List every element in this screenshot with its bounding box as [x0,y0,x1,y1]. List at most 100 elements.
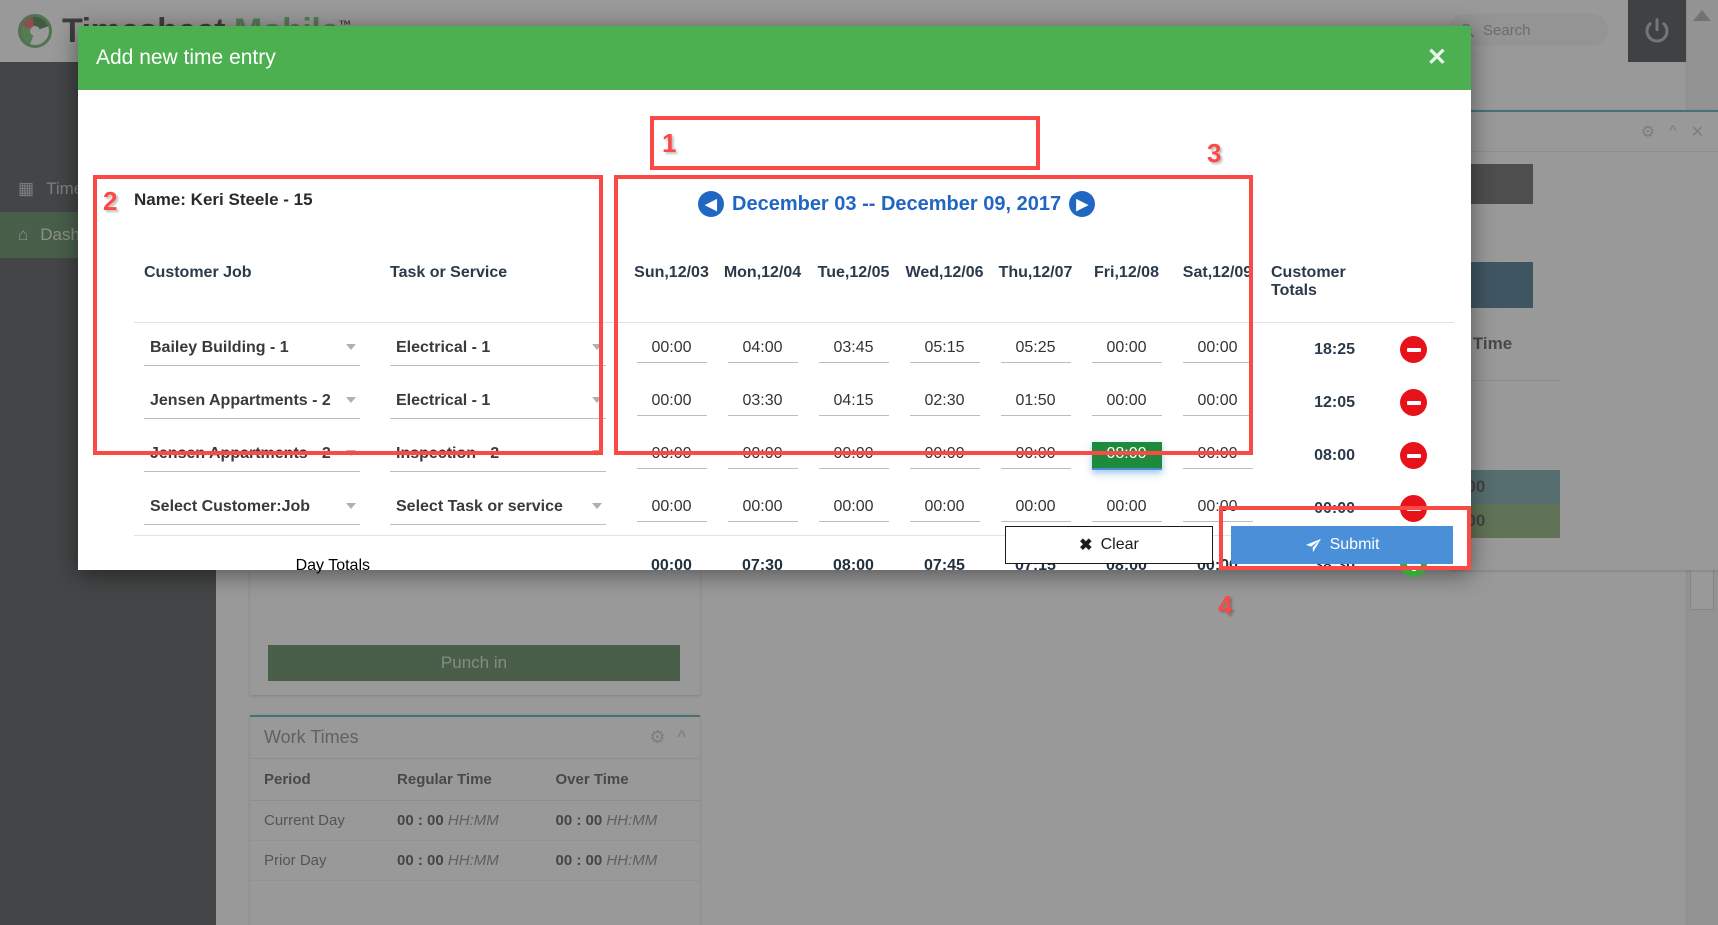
chevron-down-icon [345,397,356,403]
chevron-down-icon [591,503,602,509]
time-input-1-3[interactable] [909,389,980,416]
time-input-3-3[interactable] [909,495,980,522]
customer-job-cell: Jensen Appartments - 2 [134,376,380,429]
arrow-right-circle-icon[interactable]: ▶ [1069,191,1096,217]
task-value: Select Task or service [396,498,563,515]
arrow-left-circle-icon[interactable]: ◀ [698,191,724,217]
modal-body: Name: Keri Steele - 15 ◀ December 03 -- … [78,90,1471,592]
time-input-0-6[interactable] [1182,336,1253,363]
customer-total-2: 08:00 [1314,446,1355,464]
week-range-label[interactable]: December 03 -- December 09, 2017 [732,193,1061,216]
customer-totals-line-2: Totals [1271,282,1317,299]
row-action-cell [1373,376,1454,429]
minus-circle-icon[interactable] [1400,336,1427,363]
customer-total-0: 18:25 [1314,340,1355,358]
close-icon[interactable]: ✕ [1427,46,1447,70]
time-cell [1172,323,1263,377]
time-input-2-4[interactable] [1000,442,1071,469]
minus-circle-icon[interactable] [1400,442,1427,469]
time-input-3-5[interactable] [1091,495,1162,522]
time-input-2-5[interactable] [1091,441,1162,470]
grid-header-row: Customer Job Task or Service Sun,12/03 M… [134,250,1454,323]
time-input-1-4[interactable] [1000,389,1071,416]
time-cell [717,429,808,482]
time-input-1-6[interactable] [1182,389,1253,416]
column-header-actions [1373,250,1454,323]
day-total-3: 07:45 [899,535,990,592]
column-header-day-5: Fri,12/08 [1094,264,1159,281]
customer-job-select-0[interactable]: Bailey Building - 1 [144,333,360,366]
time-input-0-5[interactable] [1091,336,1162,363]
modal-header: Add new time entry ✕ [78,26,1471,90]
time-input-2-2[interactable] [818,442,889,469]
column-header-day-1: Mon,12/04 [723,264,802,281]
time-cell [626,323,717,377]
time-input-3-0[interactable] [636,495,707,522]
time-cell [1081,376,1172,429]
day-total-0: 00:00 [626,535,717,592]
time-input-2-3[interactable] [909,442,980,469]
clear-button-label: Clear [1100,536,1139,553]
time-cell [990,429,1081,482]
task-select-0[interactable]: Electrical - 1 [390,333,606,366]
time-cell [1172,429,1263,482]
time-input-3-4[interactable] [1000,495,1071,522]
time-cell [717,482,808,536]
time-input-2-1[interactable] [727,442,798,469]
time-input-0-3[interactable] [909,336,980,363]
task-select-1[interactable]: Electrical - 1 [390,386,606,419]
time-input-3-6[interactable] [1182,495,1253,522]
add-time-entry-modal: Add new time entry ✕ Name: Keri Steele -… [78,26,1471,592]
submit-button-label: Submit [1329,536,1380,553]
customer-job-value: Jensen Appartments - 2 [150,392,331,409]
time-cell [808,376,899,429]
task-select-2[interactable]: Inspection - 2 [390,439,606,472]
time-input-3-1[interactable] [727,495,798,522]
time-input-1-0[interactable] [636,389,707,416]
time-cell [626,376,717,429]
time-cell [899,482,990,536]
time-input-0-2[interactable] [818,336,889,363]
minus-circle-icon[interactable] [1400,389,1427,416]
customer-job-select-1[interactable]: Jensen Appartments - 2 [144,386,360,419]
employee-name-label: Name: Keri Steele - 15 [134,190,313,209]
customer-job-cell: Bailey Building - 1 [134,323,380,377]
time-cell [990,376,1081,429]
task-cell: Electrical - 1 [380,323,626,377]
day-total-2: 08:00 [808,535,899,592]
customer-job-value: Jensen Appartments - 2 [150,445,331,462]
time-input-0-0[interactable] [636,336,707,363]
time-cell [808,323,899,377]
minus-circle-icon[interactable] [1400,495,1427,522]
time-input-1-2[interactable] [818,389,889,416]
time-input-1-5[interactable] [1091,389,1162,416]
column-header-customer-job: Customer Job [144,264,252,281]
time-input-2-6[interactable] [1182,442,1253,469]
task-select-3[interactable]: Select Task or service [390,492,606,525]
column-header-task-or-service: Task or Service [390,264,508,281]
task-cell: Inspection - 2 [380,429,626,482]
time-cell [626,429,717,482]
time-input-2-0[interactable] [636,442,707,469]
totals-spacer [380,535,626,592]
table-row: Jensen Appartments - 2 Electrical - 1 00… [134,376,1454,429]
x-icon: ✖ [1079,537,1093,554]
row-action-cell [1373,429,1454,482]
day-total-1: 07:30 [717,535,808,592]
time-cell [899,429,990,482]
time-input-0-1[interactable] [727,336,798,363]
customer-job-cell: Select Customer:Job [134,482,380,536]
customer-job-select-3[interactable]: Select Customer:Job [144,492,360,525]
time-input-3-2[interactable] [818,495,889,522]
column-header-day-6: Sat,12/09 [1182,264,1253,281]
customer-job-select-2[interactable]: Jensen Appartments - 2 [144,439,360,472]
clear-button[interactable]: ✖ Clear [1005,526,1213,564]
submit-button[interactable]: Submit [1231,526,1453,564]
modal-title: Add new time entry [96,46,276,69]
time-input-1-1[interactable] [727,389,798,416]
time-cell [899,376,990,429]
chevron-down-icon [345,344,356,350]
time-input-0-4[interactable] [1000,336,1071,363]
column-header-day-3: Wed,12/06 [905,264,984,281]
time-cell [717,323,808,377]
